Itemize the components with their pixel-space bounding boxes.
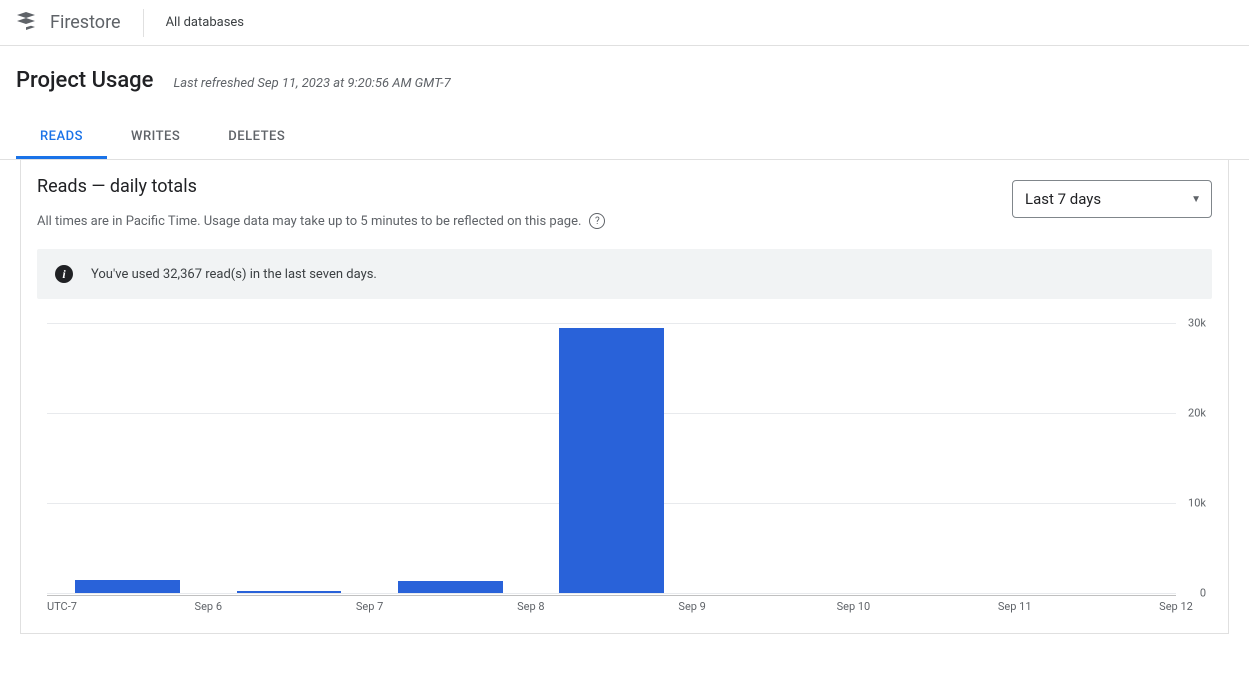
info-icon: i <box>55 265 73 283</box>
time-range-value: Last 7 days <box>1025 190 1101 208</box>
bar-slot <box>208 323 369 593</box>
top-bar: Firestore All databases <box>0 0 1249 46</box>
bar-slot <box>692 323 853 593</box>
usage-card: Reads — daily totals All times are in Pa… <box>20 160 1229 634</box>
x-axis-label: Sep 10 <box>837 600 871 613</box>
card-title: Reads — daily totals <box>37 176 605 197</box>
bar-slot <box>370 323 531 593</box>
help-icon[interactable]: ? <box>589 213 605 229</box>
bar-slot <box>531 323 692 593</box>
x-axis-label: Sep 11 <box>998 600 1032 613</box>
bar-slot <box>47 323 208 593</box>
y-axis-label: 20k <box>1188 407 1206 420</box>
chart-bar[interactable] <box>75 580 180 594</box>
y-axis-label: 0 <box>1200 587 1206 600</box>
timezone-label: UTC-7 <box>47 600 77 613</box>
bar-slot <box>1015 323 1176 593</box>
dropdown-arrow-icon: ▼ <box>1191 194 1201 205</box>
usage-summary-banner: i You've used 32,367 read(s) in the last… <box>37 249 1212 299</box>
y-axis-label: 10k <box>1188 497 1206 510</box>
x-axis-label: Sep 9 <box>678 600 705 613</box>
y-axis-label: 30k <box>1188 317 1206 330</box>
tab-writes[interactable]: WRITES <box>107 117 204 159</box>
card-subtitle-row: All times are in Pacific Time. Usage dat… <box>37 213 605 229</box>
x-axis-label: Sep 7 <box>356 600 383 613</box>
chart-bar[interactable] <box>398 581 503 593</box>
chart-bar[interactable] <box>559 328 664 594</box>
product-name: Firestore <box>50 12 121 33</box>
gridline <box>47 593 1176 594</box>
database-scope-selector[interactable]: All databases <box>166 15 244 30</box>
x-axis-label: Sep 8 <box>517 600 544 613</box>
page-title: Project Usage <box>16 68 153 93</box>
banner-text: You've used 32,367 read(s) in the last s… <box>91 267 377 282</box>
usage-tabs: READS WRITES DELETES <box>0 117 1249 160</box>
tab-deletes[interactable]: DELETES <box>204 117 309 159</box>
firestore-icon <box>14 11 38 35</box>
bars-container <box>47 323 1176 593</box>
product-logo-group: Firestore <box>14 11 121 35</box>
bar-slot <box>853 323 1014 593</box>
reads-chart: 010k20k30k UTC-7Sep 6Sep 7Sep 8Sep 9Sep … <box>37 323 1212 613</box>
x-axis-label: Sep 6 <box>195 600 222 613</box>
last-refreshed-text: Last refreshed Sep 11, 2023 at 9:20:56 A… <box>173 76 450 91</box>
header-divider <box>143 9 144 37</box>
x-axis-label: Sep 12 <box>1159 600 1193 613</box>
page-header: Project Usage Last refreshed Sep 11, 202… <box>0 46 1249 93</box>
tab-reads[interactable]: READS <box>16 117 107 159</box>
card-subtitle: All times are in Pacific Time. Usage dat… <box>37 214 581 229</box>
chart-bar[interactable] <box>237 591 342 593</box>
time-range-select[interactable]: Last 7 days ▼ <box>1012 180 1212 218</box>
